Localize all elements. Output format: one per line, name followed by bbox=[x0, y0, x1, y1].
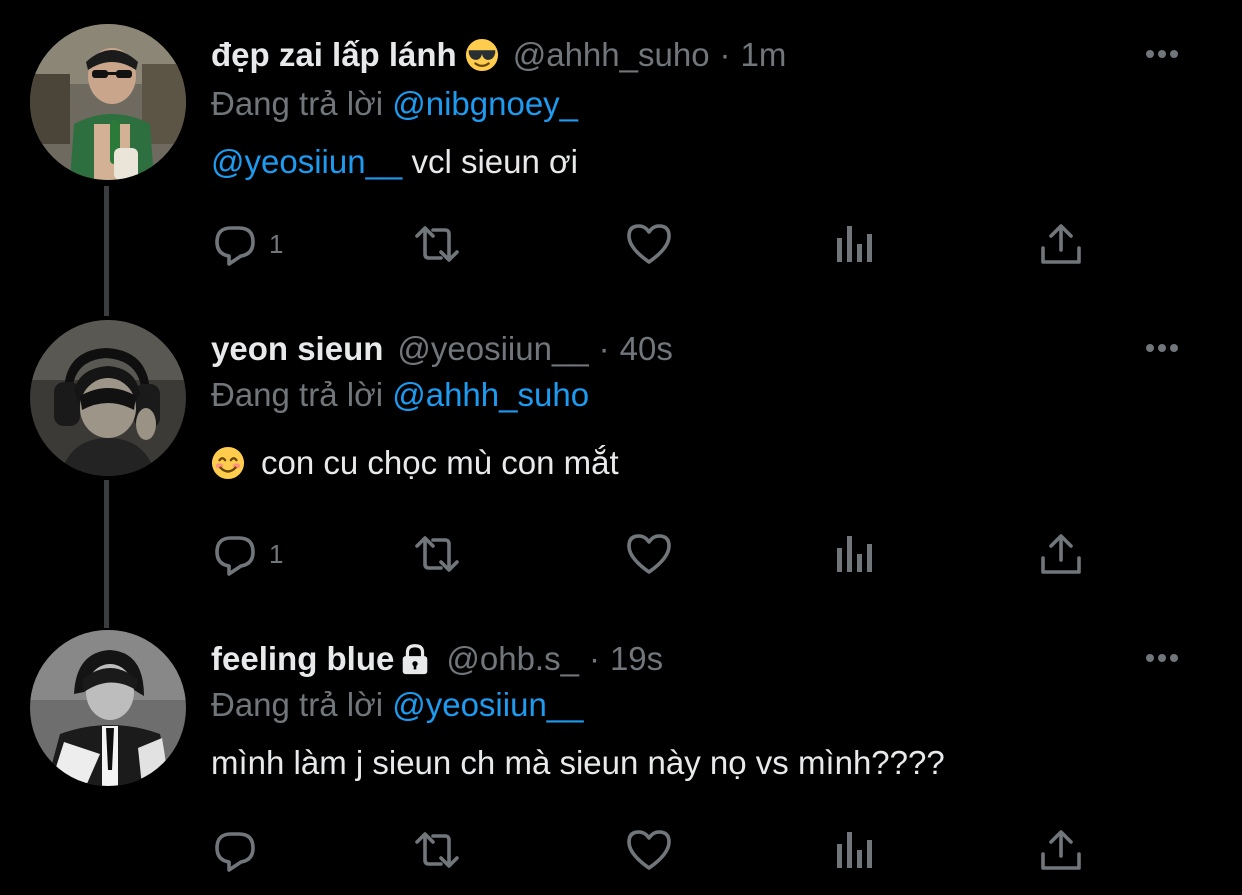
reply-count: 1 bbox=[269, 538, 284, 569]
more-options-icon[interactable] bbox=[1142, 638, 1182, 678]
views-button[interactable] bbox=[831, 218, 879, 270]
display-name[interactable]: yeon sieun bbox=[211, 326, 383, 372]
reply-to-mention[interactable]: @ahhh_suho bbox=[392, 376, 589, 413]
avatar[interactable] bbox=[30, 320, 186, 476]
like-button[interactable] bbox=[625, 218, 673, 270]
retweet-icon bbox=[415, 832, 459, 868]
lock-icon bbox=[398, 642, 432, 676]
reply-icon bbox=[215, 226, 255, 266]
share-icon bbox=[1041, 534, 1081, 574]
tweet-text: mình làm j sieun ch mà sieun này nọ vs m… bbox=[211, 740, 1182, 786]
reply-button[interactable]: 1 bbox=[211, 528, 283, 580]
share-button[interactable] bbox=[1037, 218, 1085, 270]
share-button[interactable] bbox=[1037, 528, 1085, 580]
reply-button[interactable]: 1 bbox=[211, 218, 283, 270]
action-bar: 1 bbox=[211, 528, 1111, 580]
reply-prefix: Đang trả lời bbox=[211, 376, 384, 413]
avatar-photo bbox=[30, 24, 186, 180]
retweet-button[interactable] bbox=[413, 528, 461, 580]
reply-icon bbox=[215, 832, 255, 872]
timestamp[interactable]: 40s bbox=[620, 326, 673, 372]
like-icon bbox=[627, 830, 671, 870]
like-icon bbox=[627, 224, 671, 264]
tweet[interactable]: đẹp zai lấp lánh @ahhh_suho · 1m Đang trả l… bbox=[0, 0, 1242, 300]
retweet-icon bbox=[415, 536, 459, 572]
separator: · bbox=[598, 330, 610, 368]
avatar[interactable] bbox=[30, 24, 186, 180]
avatar[interactable] bbox=[30, 630, 186, 786]
action-bar: 1 bbox=[211, 218, 1111, 270]
like-button[interactable] bbox=[625, 824, 673, 876]
display-name[interactable]: feeling blue bbox=[211, 636, 394, 682]
reply-count: 1 bbox=[269, 228, 284, 259]
avatar-photo bbox=[30, 630, 186, 786]
reply-context: Đang trả lời @ahhh_suho bbox=[211, 372, 1182, 418]
more-options-icon[interactable] bbox=[1142, 34, 1182, 74]
action-bar bbox=[211, 824, 1111, 876]
views-button[interactable] bbox=[831, 824, 879, 876]
retweet-button[interactable] bbox=[413, 824, 461, 876]
share-icon bbox=[1041, 830, 1081, 870]
reply-context: Đang trả lời @yeosiiun__ bbox=[211, 682, 1182, 728]
share-button[interactable] bbox=[1037, 824, 1085, 876]
tweet-header: feeling blue @ohb.s_ · 19s bbox=[211, 634, 1182, 680]
reply-context: Đang trả lời @nibgnoey_ bbox=[211, 81, 1182, 127]
reply-icon bbox=[215, 536, 255, 576]
body-text: vcl sieun ơi bbox=[402, 143, 578, 180]
reply-to-mention[interactable]: @yeosiiun__ bbox=[392, 686, 583, 723]
more-options-icon[interactable] bbox=[1142, 328, 1182, 368]
display-name[interactable]: đẹp zai lấp lánh bbox=[211, 32, 457, 78]
like-button[interactable] bbox=[625, 528, 673, 580]
separator: · bbox=[719, 36, 731, 74]
share-icon bbox=[1041, 224, 1081, 264]
views-button[interactable] bbox=[831, 528, 879, 580]
tweet[interactable]: yeon sieun @yeosiiun__ · 40s Đang trả lời @… bbox=[0, 300, 1242, 610]
reply-prefix: Đang trả lời bbox=[211, 85, 384, 122]
views-icon bbox=[837, 832, 872, 868]
avatar-photo bbox=[30, 320, 186, 476]
reply-button[interactable] bbox=[211, 824, 259, 876]
timestamp[interactable]: 1m bbox=[741, 32, 787, 78]
tweet-text: @yeosiiun__ vcl sieun ơi bbox=[211, 139, 1182, 185]
retweet-button[interactable] bbox=[413, 218, 461, 270]
handle[interactable]: @ahhh_suho bbox=[513, 32, 710, 78]
tweet-text: con cu chọc mù con mắt bbox=[211, 440, 1182, 486]
handle[interactable]: @ohb.s_ bbox=[446, 636, 579, 682]
like-icon bbox=[627, 534, 671, 574]
tweet-header: yeon sieun @yeosiiun__ · 40s bbox=[211, 324, 1182, 370]
views-icon bbox=[837, 226, 872, 262]
sunglasses-emoji-icon bbox=[465, 38, 499, 72]
tweet[interactable]: feeling blue @ohb.s_ · 19s Đang trả lời @ye… bbox=[0, 610, 1242, 895]
body-text: con cu chọc mù con mắt bbox=[261, 444, 619, 481]
views-icon bbox=[837, 536, 872, 572]
timestamp[interactable]: 19s bbox=[610, 636, 663, 682]
handle[interactable]: @yeosiiun__ bbox=[397, 326, 588, 372]
reply-to-mention[interactable]: @nibgnoey_ bbox=[392, 85, 578, 122]
retweet-icon bbox=[415, 226, 459, 262]
separator: · bbox=[588, 640, 600, 678]
body-text: mình làm j sieun ch mà sieun này nọ vs m… bbox=[211, 744, 945, 781]
smiling-face-emoji-icon bbox=[211, 446, 245, 480]
body-mention[interactable]: @yeosiiun__ bbox=[211, 143, 402, 180]
reply-prefix: Đang trả lời bbox=[211, 686, 384, 723]
tweet-header: đẹp zai lấp lánh @ahhh_suho · 1m bbox=[211, 30, 1182, 76]
